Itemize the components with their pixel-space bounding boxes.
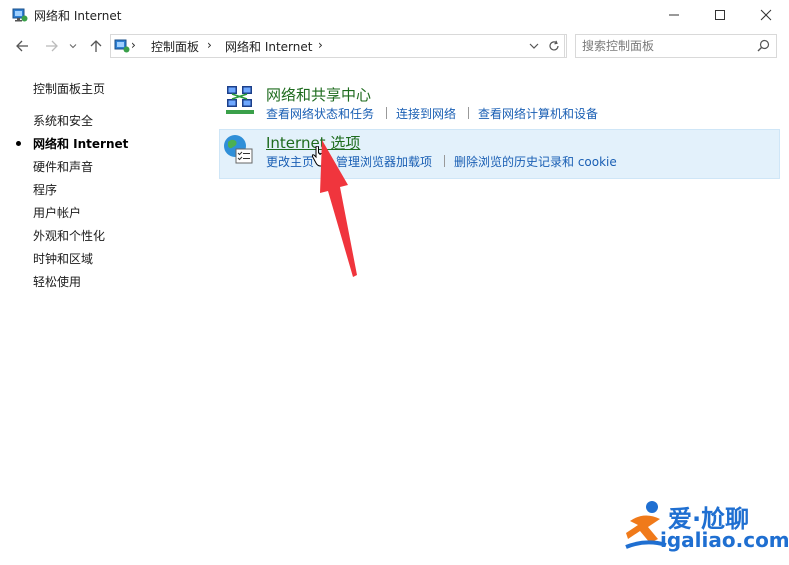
close-icon [760, 9, 772, 21]
sidebar-item-network-internet: 网络和 Internet [33, 137, 129, 151]
back-arrow-icon [16, 40, 28, 52]
sidebar-item-clock-region[interactable]: 时钟和区域 [33, 250, 93, 267]
sidebar-item-ease-of-access[interactable]: 轻松使用 [33, 273, 81, 290]
forward-button[interactable] [42, 36, 62, 56]
internet-options-icon [224, 135, 253, 164]
maximize-icon [715, 10, 725, 20]
sidebar-item-system-security[interactable]: 系统和安全 [33, 112, 93, 129]
view-network-computers-link[interactable]: 查看网络计算机和设备 [478, 105, 598, 122]
title-bar: 网络和 Internet [0, 0, 789, 30]
control-panel-network-icon [12, 8, 28, 22]
chevron-down-icon [69, 44, 77, 49]
sidebar-item-appearance[interactable]: 外观和个性化 [33, 227, 105, 244]
close-button[interactable] [743, 0, 789, 30]
network-sharing-center-title[interactable]: 网络和共享中心 [266, 84, 371, 105]
watermark: 爱·尬聊 igaliao.com [620, 495, 789, 555]
address-dropdown-icon[interactable] [529, 42, 539, 50]
navigation-bar: › 控制面板 › 网络和 Internet › [0, 30, 789, 62]
link-separator [444, 155, 445, 167]
delete-browsing-history-link[interactable]: 删除浏览的历史记录和 cookie [454, 153, 617, 170]
window-title: 网络和 Internet [34, 9, 122, 23]
address-bar[interactable]: › 控制面板 › 网络和 Internet › [110, 34, 567, 58]
forward-arrow-icon [46, 40, 58, 52]
search-box[interactable] [575, 34, 777, 58]
breadcrumb-separator-icon[interactable]: › [207, 38, 212, 52]
sidebar-item-user-accounts[interactable]: 用户帐户 [33, 204, 81, 221]
back-button[interactable] [12, 36, 32, 56]
control-panel-icon [114, 39, 130, 53]
breadcrumb-separator-icon[interactable]: › [318, 38, 323, 52]
watermark-domain: igaliao.com [660, 528, 789, 552]
maximize-button[interactable] [697, 0, 743, 30]
up-button[interactable] [86, 36, 106, 56]
search-input[interactable] [580, 36, 754, 56]
sidebar-item-home[interactable]: 控制面板主页 [33, 80, 105, 97]
current-item-bullet [16, 141, 21, 146]
link-separator [386, 107, 387, 119]
breadcrumb-control-panel[interactable]: 控制面板 [151, 38, 199, 55]
refresh-button[interactable] [543, 34, 565, 58]
view-network-status-link[interactable]: 查看网络状态和任务 [266, 105, 374, 122]
sidebar-item-hardware-sound[interactable]: 硬件和声音 [33, 158, 93, 175]
breadcrumb-separator-icon[interactable]: › [131, 38, 136, 52]
link-separator [468, 107, 469, 119]
sidebar-item-programs[interactable]: 程序 [33, 181, 57, 198]
breadcrumb-network-internet[interactable]: 网络和 Internet [225, 38, 312, 55]
refresh-icon [548, 40, 559, 51]
up-arrow-icon [90, 40, 102, 52]
network-sharing-icon [226, 86, 254, 114]
recent-locations-button[interactable] [66, 36, 80, 56]
search-icon[interactable] [757, 39, 770, 52]
minimize-icon [669, 14, 679, 16]
connect-to-network-link[interactable]: 连接到网络 [396, 105, 456, 122]
annotation-arrow [320, 140, 357, 277]
minimize-button[interactable] [651, 0, 697, 30]
